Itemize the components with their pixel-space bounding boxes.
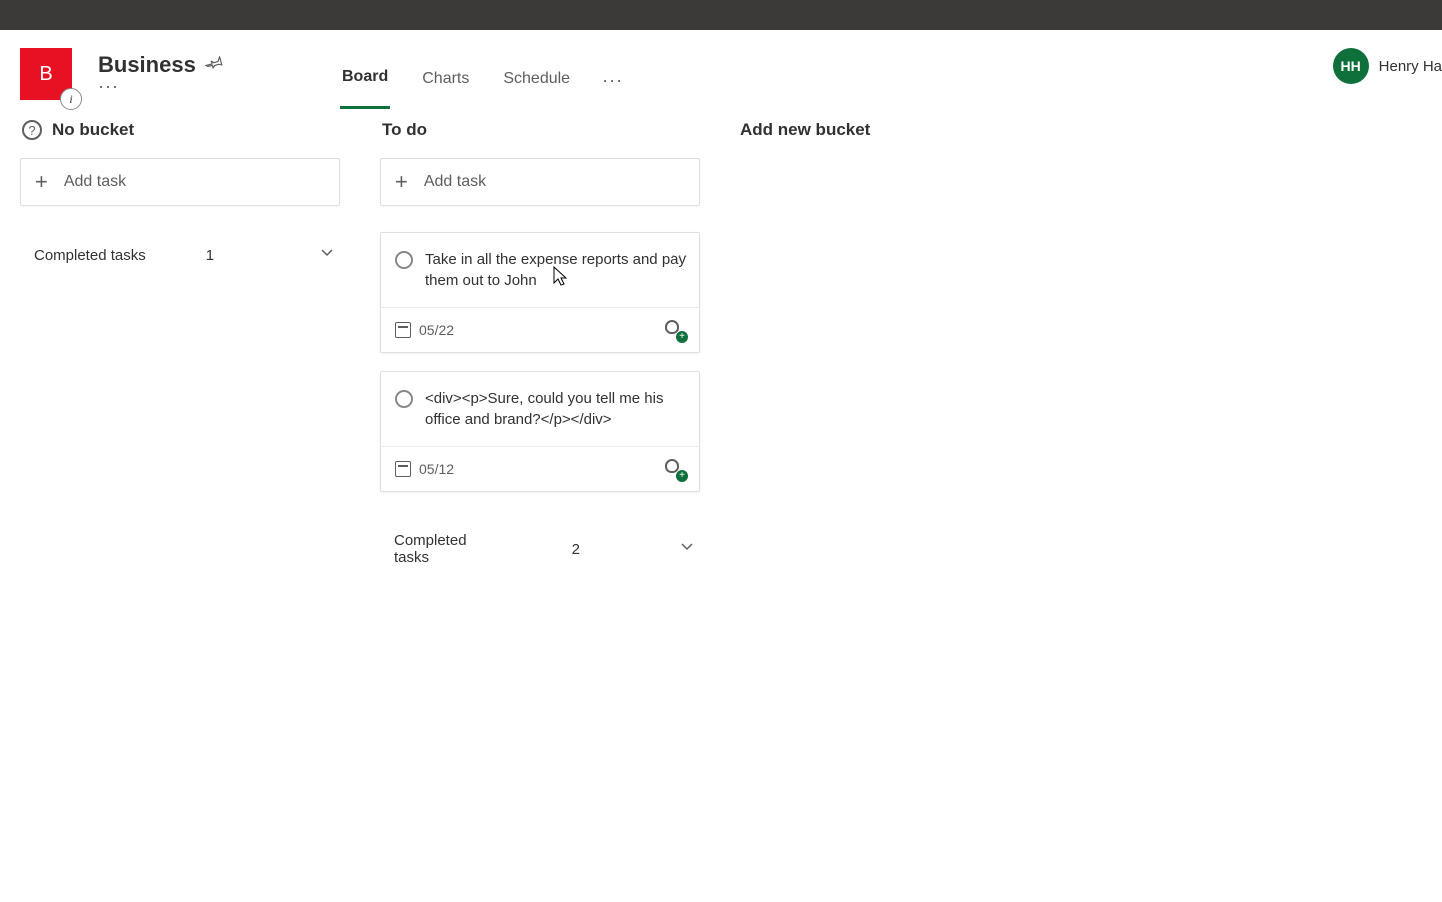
add-task-label: Add task xyxy=(64,173,126,191)
window-chrome xyxy=(0,0,1442,30)
board: ? No bucket + Add task Completed tasks 1… xyxy=(0,110,1442,576)
due-date-text: 05/12 xyxy=(419,461,454,477)
completed-count: 2 xyxy=(572,541,580,558)
help-icon[interactable]: ? xyxy=(22,120,42,140)
task-title: <div><p>Sure, could you tell me his offi… xyxy=(425,388,687,430)
add-new-bucket[interactable]: Add new bucket xyxy=(740,120,1000,140)
due-date: 05/22 xyxy=(395,322,454,338)
add-task-button[interactable]: + Add task xyxy=(20,158,340,206)
task-more-icon[interactable]: ··· xyxy=(671,247,689,264)
task-card[interactable]: <div><p>Sure, could you tell me his offi… xyxy=(380,371,700,492)
due-date-text: 05/22 xyxy=(419,322,454,338)
plan-tile-letter: B xyxy=(39,63,52,86)
plus-icon: + xyxy=(35,169,48,195)
add-plus-icon: + xyxy=(676,470,688,482)
task-card[interactable]: Take in all the expense reports and pay … xyxy=(380,232,700,353)
bucket-title[interactable]: To do xyxy=(382,120,427,140)
chevron-down-icon xyxy=(320,246,334,264)
completed-label: Completed tasks xyxy=(34,247,146,264)
tab-board[interactable]: Board xyxy=(340,52,390,109)
task-title: Take in all the expense reports and pay … xyxy=(425,249,687,291)
calendar-icon xyxy=(395,322,411,338)
completed-tasks-toggle[interactable]: Completed tasks 1 xyxy=(20,246,340,264)
header: B i Business ··· Board Charts Schedule ·… xyxy=(0,30,1442,110)
assign-button[interactable]: + xyxy=(665,320,685,340)
complete-radio[interactable] xyxy=(395,390,413,408)
pin-icon[interactable] xyxy=(202,51,226,77)
add-task-label: Add task xyxy=(424,173,486,191)
completed-label: Completed tasks xyxy=(394,532,472,566)
tab-more-icon[interactable]: ··· xyxy=(602,70,623,91)
complete-radio[interactable] xyxy=(395,251,413,269)
plan-title[interactable]: Business xyxy=(98,52,196,78)
tab-schedule[interactable]: Schedule xyxy=(501,54,572,108)
plan-title-wrap: Business ··· xyxy=(98,52,222,97)
info-icon[interactable]: i xyxy=(60,88,82,110)
bucket-title[interactable]: No bucket xyxy=(52,120,134,140)
plus-icon: + xyxy=(395,169,408,195)
completed-tasks-toggle[interactable]: Completed tasks 2 xyxy=(380,532,700,566)
plan-tile[interactable]: B i xyxy=(20,48,72,100)
calendar-icon xyxy=(395,461,411,477)
add-plus-icon: + xyxy=(676,331,688,343)
due-date: 05/12 xyxy=(395,461,454,477)
assign-button[interactable]: + xyxy=(665,459,685,479)
avatar: HH xyxy=(1333,48,1369,84)
chevron-down-icon xyxy=(680,540,694,558)
tab-charts[interactable]: Charts xyxy=(420,54,471,108)
user-button[interactable]: HH Henry Ha xyxy=(1333,48,1442,84)
bucket-todo: To do + Add task Take in all the expense… xyxy=(380,120,700,566)
bucket-no-bucket: ? No bucket + Add task Completed tasks 1 xyxy=(20,120,340,264)
view-tabs: Board Charts Schedule ··· xyxy=(340,52,623,109)
user-name: Henry Ha xyxy=(1379,58,1442,75)
completed-count: 1 xyxy=(206,247,214,264)
plan-more-icon[interactable]: ··· xyxy=(98,76,222,97)
add-task-button[interactable]: + Add task xyxy=(380,158,700,206)
